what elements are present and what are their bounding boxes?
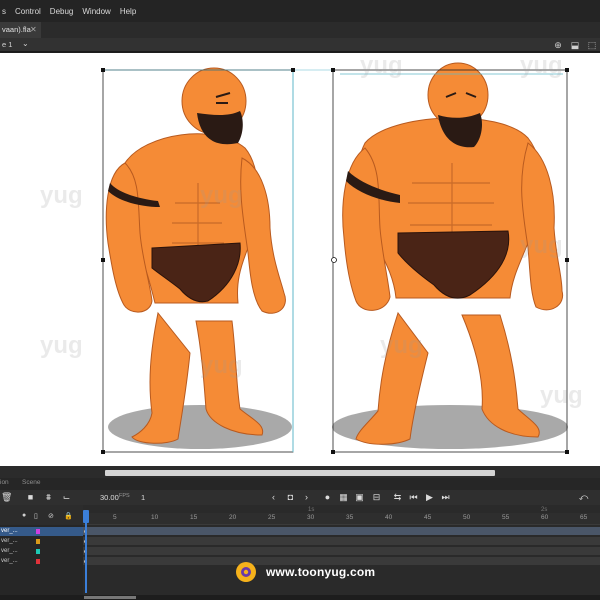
tab-motion[interactable]: ion — [0, 479, 9, 486]
tick-label: 45 — [424, 514, 432, 521]
center-stage-icon[interactable]: ⊕ — [553, 40, 563, 50]
menu-item-control[interactable]: Control — [15, 7, 41, 16]
menu-item-debug[interactable]: Debug — [50, 7, 74, 16]
outline-icon[interactable]: ● — [22, 512, 26, 519]
stage-area: yug yug yug yug yug yug yug yug yug — [0, 53, 600, 466]
tick-label: 55 — [502, 514, 510, 521]
layers-icon[interactable]: ⩩ — [43, 492, 54, 503]
website-text: www.toonyug.com — [266, 565, 376, 579]
fps-unit: FPS — [119, 493, 130, 499]
layer-row[interactable]: ver_... — [0, 527, 83, 536]
timeline-horizontal-scrollbar[interactable] — [0, 595, 600, 600]
graph-icon[interactable]: ⌙ — [61, 492, 72, 503]
svg-text:yug: yug — [40, 332, 83, 359]
svg-text:yug: yug — [540, 382, 583, 409]
tick-label: 20 — [229, 514, 237, 521]
svg-text:yug: yug — [520, 232, 563, 259]
tick-label: 5 — [113, 514, 117, 521]
fps-value[interactable]: 30.00 — [100, 493, 119, 502]
layers-header: ● ▯ ⊘ 🔒 — [0, 505, 83, 525]
svg-text:yug: yug — [520, 53, 563, 79]
layer-name: ver_... — [1, 538, 18, 544]
toonyug-logo-icon — [236, 562, 256, 582]
tick-label: 25 — [268, 514, 276, 521]
stage-canvas[interactable]: yug yug yug yug yug yug yug yug yug — [0, 53, 600, 466]
tick-label: 40 — [385, 514, 393, 521]
svg-text:yug: yug — [200, 182, 243, 209]
chevron-down-icon[interactable]: ⌄ — [22, 39, 29, 48]
tick-label: 30 — [307, 514, 315, 521]
scrollbar-thumb[interactable] — [105, 470, 495, 476]
chevron-left-icon[interactable]: ‹ — [268, 492, 279, 503]
tick-label: 50 — [463, 514, 471, 521]
play-icon[interactable]: ▶ — [424, 492, 435, 503]
center-frame-icon[interactable]: ⊟ — [371, 492, 382, 503]
menu-bar: s Control Debug Window Help — [0, 0, 600, 22]
svg-text:yug: yug — [40, 182, 83, 209]
step-back-icon[interactable]: ⏮ — [408, 492, 419, 503]
tick-label: 15 — [190, 514, 198, 521]
layer-name: ver_... — [1, 558, 18, 564]
layer-name: ver_... — [1, 548, 18, 554]
frame-row[interactable] — [83, 527, 600, 536]
timeline-ruler[interactable]: 5 10 15 20 25 30 35 40 45 50 55 60 65 — [83, 513, 600, 525]
timeline-panel-header: ion Scene — [0, 478, 600, 490]
document-tab-label: vaan).fla — [2, 25, 31, 34]
layer-color-swatch[interactable] — [36, 539, 40, 544]
frame-view-icon[interactable]: ▣ — [354, 492, 365, 503]
layers-panel: ● ▯ ⊘ 🔒 ver_... ver_... ver_... ver_... — [0, 505, 83, 595]
insert-keyframe-icon[interactable]: ◘ — [285, 492, 296, 503]
layer-color-swatch[interactable] — [36, 559, 40, 564]
camera-icon[interactable]: ■ — [25, 492, 36, 503]
close-icon[interactable]: ✕ — [30, 26, 38, 34]
onion-skin-icon[interactable]: ● — [322, 492, 333, 503]
playhead[interactable] — [83, 510, 89, 523]
menu-item-window[interactable]: Window — [82, 7, 110, 16]
layer-row[interactable]: ver_... — [0, 537, 83, 546]
chevron-right-icon[interactable]: › — [301, 492, 312, 503]
document-tab-bar: vaan).fla ✕ — [0, 22, 600, 38]
scrollbar-thumb[interactable] — [84, 596, 136, 599]
tab-scene[interactable]: Scene — [22, 479, 40, 486]
tick-label: 60 — [541, 514, 549, 521]
svg-text:yug: yug — [380, 332, 423, 359]
scene-label: e 1 — [2, 40, 13, 49]
layer-color-swatch[interactable] — [36, 549, 40, 554]
menu-item-truncated[interactable]: s — [2, 7, 6, 16]
highlight-icon[interactable]: ▯ — [34, 512, 38, 520]
svg-text:yug: yug — [200, 352, 243, 379]
edit-bar: e 1 ⌄ ⊕ ⬓ ⬚ — [0, 38, 600, 52]
frame-row[interactable] — [83, 547, 600, 556]
step-forward-icon[interactable]: ⏭ — [440, 492, 451, 503]
lock-icon[interactable]: 🔒 — [64, 512, 73, 520]
eye-icon[interactable]: ⊘ — [48, 512, 54, 520]
edit-multiple-frames-icon[interactable]: ▦ — [338, 492, 349, 503]
layer-color-swatch[interactable] — [36, 529, 40, 534]
current-frame[interactable]: 1 — [141, 493, 145, 502]
tick-label: 35 — [346, 514, 354, 521]
tick-label: 65 — [580, 514, 588, 521]
delete-layer-icon[interactable]: 🗑 — [1, 492, 12, 503]
website-badge: www.toonyug.com — [236, 562, 406, 582]
loop-icon[interactable]: ⇆ — [392, 492, 403, 503]
undo-icon[interactable]: ⤺ — [578, 492, 589, 503]
layer-row[interactable]: ver_... — [0, 557, 83, 566]
playhead-line — [85, 523, 87, 593]
frame-row[interactable] — [83, 537, 600, 546]
svg-text:yug: yug — [360, 53, 403, 79]
zoom-icon[interactable]: ⬚ — [587, 40, 597, 50]
layer-row[interactable]: ver_... — [0, 547, 83, 556]
clip-content-icon[interactable]: ⬓ — [570, 40, 580, 50]
tick-label: 10 — [151, 514, 159, 521]
timeline-toolbar: 🗑 ■ ⩩ ⌙ 30.00 FPS 1 ‹ ◘ › ● ▦ ▣ ⊟ ⇆ ⏮ ▶ … — [0, 490, 600, 505]
menu-item-help[interactable]: Help — [120, 7, 136, 16]
layer-name: ver_... — [1, 528, 18, 534]
